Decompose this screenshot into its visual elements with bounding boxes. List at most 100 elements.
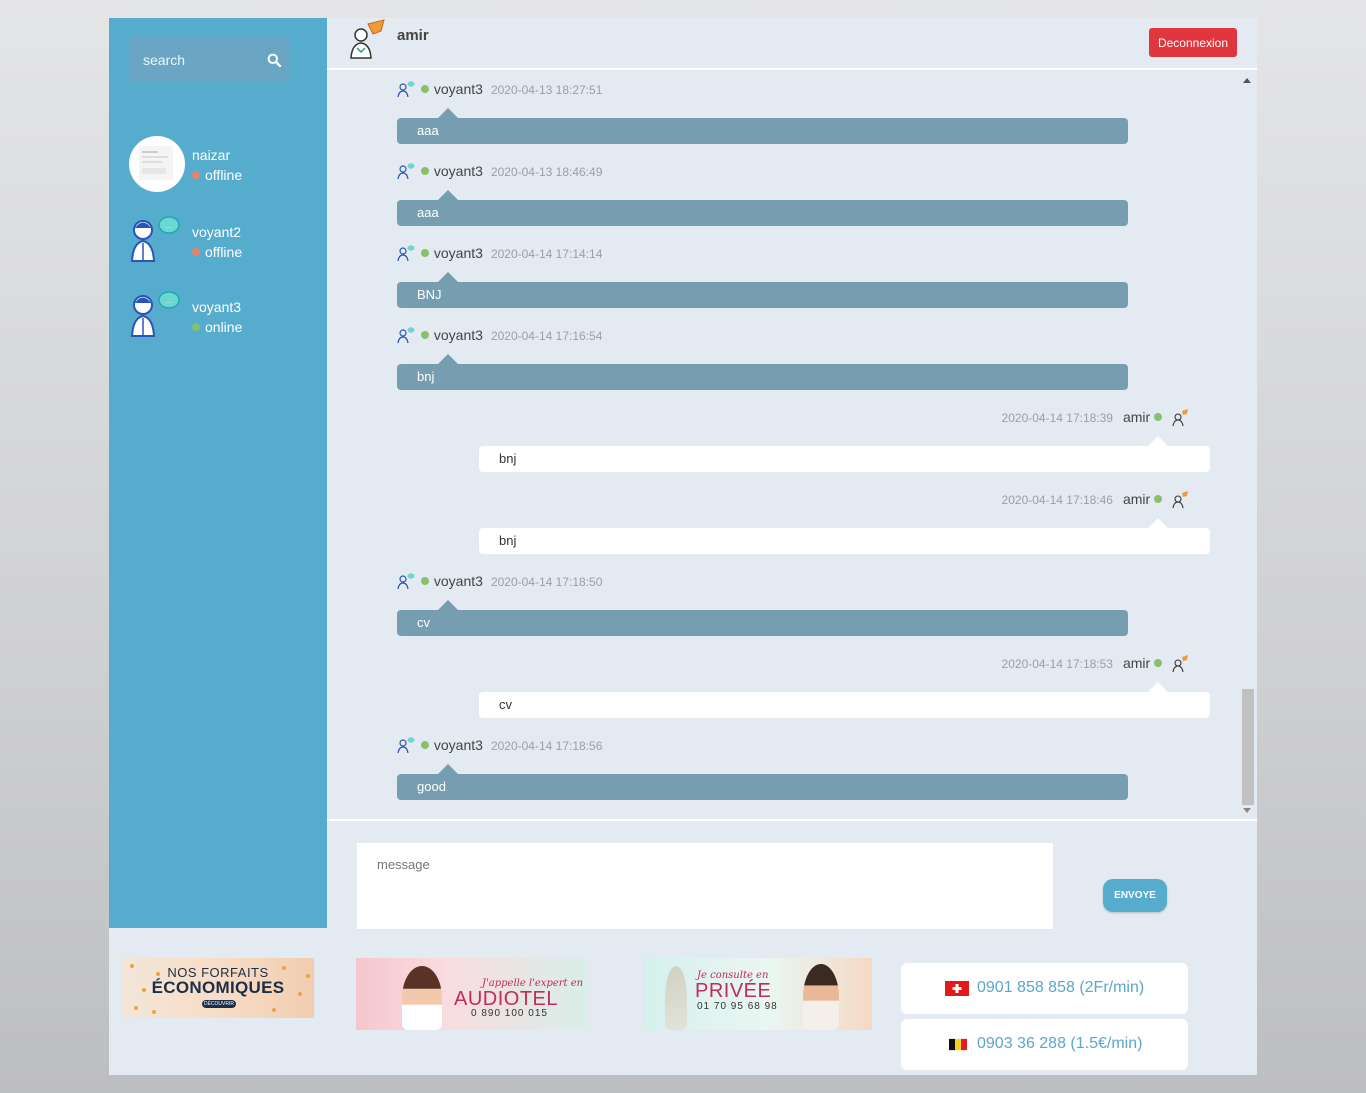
message-incoming: voyant3 2020-04-14 17:14:14 BNJ <box>327 236 1239 318</box>
message-time: 2020-04-14 17:18:50 <box>490 575 603 589</box>
status-dot <box>420 249 429 257</box>
message-incoming: voyant3 2020-04-14 17:18:50 cv <box>327 564 1239 646</box>
message-time: 2020-04-14 17:18:39 <box>1001 411 1113 425</box>
contact-item-voyant2[interactable]: … voyant2 offline <box>129 213 319 273</box>
contact-status: offline <box>192 167 242 183</box>
status-text: offline <box>205 167 243 183</box>
status-dot <box>1154 659 1163 667</box>
status-dot <box>420 741 429 749</box>
swiss-flag-icon <box>945 981 969 996</box>
message-meta: voyant3 2020-04-14 17:18:50 <box>397 572 602 592</box>
message-input[interactable] <box>357 843 1053 929</box>
sender-avatar-icon <box>397 245 415 262</box>
scroll-up-icon[interactable] <box>1243 78 1251 83</box>
message-meta: voyant3 2020-04-13 18:27:51 <box>397 80 602 100</box>
sender-name: voyant3 <box>433 81 483 97</box>
svg-text:…: … <box>166 223 173 230</box>
message-meta: voyant3 2020-04-14 17:14:14 <box>397 244 602 264</box>
message-time: 2020-04-14 17:18:56 <box>490 739 603 753</box>
sidebar: naizar offline … voyant2 offline <box>109 18 327 928</box>
message-bubble: BNJ <box>397 272 1128 308</box>
search-icon[interactable] <box>267 53 281 67</box>
sender-avatar-icon <box>397 81 415 98</box>
message-bubble: cv <box>479 682 1210 718</box>
banner-photo <box>402 966 442 1030</box>
sender-name: amir <box>1122 409 1151 425</box>
message-meta: 2020-04-14 17:18:53 amir <box>1002 654 1191 674</box>
audiotel-banner[interactable]: J'appelle l'expert en AUDIOTEL 0 890 100… <box>356 958 585 1030</box>
belgian-flag-icon <box>949 1038 967 1051</box>
banner-photo <box>803 964 839 1030</box>
privee-banner[interactable]: Je consulte en PRIVÉE 01 70 95 68 98 <box>643 958 872 1030</box>
message-time: 2020-04-14 17:18:46 <box>1001 493 1113 507</box>
message-scrollbar[interactable] <box>1239 72 1257 819</box>
message-time: 2020-04-14 17:14:14 <box>490 247 603 261</box>
status-text: online <box>205 319 243 335</box>
banner-phone: 0 890 100 015 <box>471 1008 548 1019</box>
contact-item-voyant3[interactable]: … voyant3 online <box>129 288 319 348</box>
banner-photo <box>665 966 687 1030</box>
send-button[interactable]: ENVOYE <box>1103 879 1167 912</box>
avatar <box>129 136 185 192</box>
phone-belgium[interactable]: 0903 36 288 (1.5€/min) <box>901 1019 1188 1070</box>
psychic-avatar-icon: … <box>130 216 180 262</box>
message-bubble: good <box>397 764 1128 800</box>
sender-name: voyant3 <box>433 163 483 179</box>
contact-status: online <box>192 319 242 335</box>
banner-title: PRIVÉE <box>695 980 772 1002</box>
sender-name: voyant3 <box>433 573 483 589</box>
status-dot <box>192 323 200 331</box>
chat-header: amir Deconnexion <box>327 18 1257 70</box>
phone-number: 0903 36 288 (1.5€/min) <box>977 1035 1143 1052</box>
message-time: 2020-04-14 17:18:53 <box>1001 657 1113 671</box>
message-incoming: voyant3 2020-04-14 17:16:54 bnj <box>327 318 1239 400</box>
scroll-down-icon[interactable] <box>1243 808 1251 813</box>
sender-avatar-icon <box>1172 409 1188 426</box>
message-incoming: voyant3 2020-04-13 18:46:49 aaa <box>327 154 1239 236</box>
banner-cta: DÉCOUVRIR <box>202 1000 236 1008</box>
status-dot <box>1154 413 1163 421</box>
message-meta: 2020-04-14 17:18:39 amir <box>1002 408 1191 428</box>
message-bubble: bnj <box>479 518 1210 554</box>
sender-name: amir <box>1122 491 1151 507</box>
message-meta: voyant3 2020-04-14 17:18:56 <box>397 736 602 756</box>
sender-name: voyant3 <box>433 327 483 343</box>
forfaits-banner[interactable]: NOS FORFAITS ÉCONOMIQUES DÉCOUVRIR <box>122 958 314 1018</box>
message-outgoing: 2020-04-14 17:18:46 amir bnj <box>327 482 1239 564</box>
contact-status: offline <box>192 244 242 260</box>
sender-name: voyant3 <box>433 737 483 753</box>
current-username: amir <box>397 27 429 44</box>
sender-avatar-icon <box>1172 491 1188 508</box>
sender-avatar-icon <box>397 737 415 754</box>
phone-switzerland[interactable]: 0901 858 858 (2Fr/min) <box>901 963 1188 1014</box>
message-time: 2020-04-13 18:27:51 <box>490 83 603 97</box>
status-dot <box>192 171 200 179</box>
status-dot <box>192 248 200 256</box>
svg-text:…: … <box>166 298 173 305</box>
phone-number: 0901 858 858 (2Fr/min) <box>977 979 1145 996</box>
search-input[interactable] <box>129 38 259 82</box>
message-bubble: bnj <box>479 436 1210 472</box>
message-bubble: cv <box>397 600 1128 636</box>
banner-phone: 01 70 95 68 98 <box>697 1001 778 1012</box>
message-time: 2020-04-14 17:16:54 <box>490 329 603 343</box>
logout-button[interactable]: Deconnexion <box>1149 28 1237 57</box>
status-dot <box>420 331 429 339</box>
message-meta: voyant3 2020-04-14 17:16:54 <box>397 326 602 346</box>
message-incoming: voyant3 2020-04-13 18:27:51 aaa <box>327 72 1239 154</box>
contact-name: naizar <box>192 147 231 163</box>
sender-name: voyant3 <box>433 245 483 261</box>
message-time: 2020-04-13 18:46:49 <box>490 165 603 179</box>
sender-avatar-icon <box>397 573 415 590</box>
message-outgoing: 2020-04-14 17:18:53 amir cv <box>327 646 1239 728</box>
message-bubble: bnj <box>397 354 1128 390</box>
contact-name: voyant2 <box>192 224 242 240</box>
status-dot <box>420 577 429 585</box>
sender-avatar-icon <box>397 327 415 344</box>
message-incoming: voyant3 2020-04-14 17:18:56 good <box>327 728 1239 810</box>
sender-avatar-icon <box>397 163 415 180</box>
search-box <box>129 38 289 82</box>
status-dot <box>1154 495 1163 503</box>
scrollbar-thumb[interactable] <box>1242 689 1254 805</box>
contact-item-naizar[interactable]: naizar offline <box>129 136 319 196</box>
